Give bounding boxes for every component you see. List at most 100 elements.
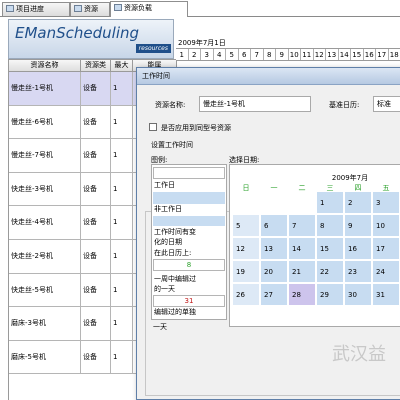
grid-icon bbox=[6, 5, 14, 12]
table-cell: 磨床-5号机 bbox=[9, 340, 81, 374]
apply-same-model-label: 是否应用到同型号资源 bbox=[161, 124, 231, 132]
tab-resources[interactable]: 资源 bbox=[70, 2, 110, 16]
base-calendar-label: 基准日历: bbox=[329, 101, 360, 109]
timeline-month: 2009年7月1日 bbox=[176, 37, 400, 49]
timeline-day: 2 bbox=[189, 49, 201, 60]
table-cell: 快走丝-3号机 bbox=[9, 172, 81, 206]
calendar-day bbox=[261, 192, 287, 213]
calendar-day[interactable]: 27 bbox=[261, 284, 287, 305]
table-cell: 1 bbox=[111, 239, 133, 273]
timeline-day: 15 bbox=[351, 49, 364, 60]
column-header-max[interactable]: 最大 bbox=[111, 60, 133, 72]
calendar-panel: 2009年7月 日一二三四五 1 2 3 5 6 7 8 9 10 12 13 14 15 16 17 19 2… bbox=[229, 164, 400, 327]
brand-banner: EManScheduling resources bbox=[8, 19, 174, 59]
table-cell: 设备 bbox=[81, 273, 111, 307]
legend-single-line1: 编辑过的单独 bbox=[154, 308, 196, 316]
table-cell: 快走丝-5号机 bbox=[9, 273, 81, 307]
timeline-day: 4 bbox=[214, 49, 226, 60]
calendar-day[interactable]: 29 bbox=[317, 284, 343, 305]
table-cell: 1 bbox=[111, 206, 133, 239]
calendar-day[interactable]: 3 bbox=[373, 192, 399, 213]
tab-project-progress[interactable]: 项目进度 bbox=[2, 2, 70, 16]
calendar-day[interactable]: 12 bbox=[233, 238, 259, 259]
calendar-day[interactable]: 19 bbox=[233, 261, 259, 282]
timeline-day: 3 bbox=[201, 49, 214, 60]
legend-swatch-working bbox=[153, 167, 225, 179]
legend-weekly-line2: 的一天 bbox=[154, 285, 175, 293]
timeline-day: 14 bbox=[339, 49, 351, 60]
legend-on-calendar-sample: 8 bbox=[153, 259, 225, 271]
calendar-day[interactable]: 22 bbox=[317, 261, 343, 282]
table-cell: 设备 bbox=[81, 72, 111, 105]
calendar-day bbox=[233, 192, 259, 213]
calendar-day[interactable]: 31 bbox=[373, 284, 399, 305]
legend-changed-line1: 工作时间有变 bbox=[154, 228, 196, 236]
calendar-day[interactable]: 17 bbox=[373, 238, 399, 259]
tab-label: 资源 bbox=[84, 5, 98, 13]
timeline-day: 9 bbox=[276, 49, 289, 60]
calendar-day[interactable]: 23 bbox=[345, 261, 371, 282]
calendar-day[interactable]: 28 bbox=[289, 284, 315, 305]
timeline-day: 13 bbox=[326, 49, 339, 60]
legend-swatch-changed bbox=[153, 216, 225, 226]
calendar-day[interactable]: 20 bbox=[261, 261, 287, 282]
timeline-day: 5 bbox=[226, 49, 239, 60]
work-time-group-label: 设置工作时间 bbox=[149, 140, 195, 150]
table-cell: 1 bbox=[111, 172, 133, 206]
calendar-day[interactable]: 9 bbox=[345, 215, 371, 236]
grid-icon bbox=[114, 4, 122, 11]
calendar-day[interactable]: 1 bbox=[317, 192, 343, 213]
timeline-days: 1 2 3 4 5 6 7 8 9 10 11 12 13 14 15 16 17 18 bbox=[176, 49, 400, 61]
tab-label: 资源负载 bbox=[124, 4, 152, 12]
timeline-day: 1 bbox=[176, 49, 189, 60]
timeline-day: 7 bbox=[251, 49, 264, 60]
legend-changed-line2: 化的日期 bbox=[154, 238, 182, 246]
legend-weekly-sample: 31 bbox=[153, 295, 225, 307]
timeline-day: 18 bbox=[389, 49, 400, 60]
resource-name-field[interactable]: 慢走丝-1号机 bbox=[199, 96, 311, 112]
table-cell: 设备 bbox=[81, 239, 111, 273]
calendar-month-title: 2009年7月 bbox=[331, 174, 369, 182]
tab-resource-load[interactable]: 资源负载 bbox=[110, 1, 188, 17]
table-cell: 1 bbox=[111, 307, 133, 340]
table-cell: 设备 bbox=[81, 206, 111, 239]
table-cell: 慢走丝-7号机 bbox=[9, 139, 81, 172]
timeline-day: 16 bbox=[364, 49, 376, 60]
calendar-day[interactable]: 5 bbox=[233, 215, 259, 236]
calendar-day[interactable]: 14 bbox=[289, 238, 315, 259]
table-cell: 1 bbox=[111, 273, 133, 307]
calendar-day[interactable]: 2 bbox=[345, 192, 371, 213]
calendar-day[interactable]: 7 bbox=[289, 215, 315, 236]
calendar-day[interactable]: 16 bbox=[345, 238, 371, 259]
table-cell: 慢走丝-6号机 bbox=[9, 105, 81, 139]
brand-subtitle: resources bbox=[135, 44, 171, 53]
calendar-day[interactable]: 26 bbox=[233, 284, 259, 305]
calendar-day[interactable]: 15 bbox=[317, 238, 343, 259]
legend-panel: 工作日 非工作日 工作时间有变 化的日期 在此日历上: 8 一周中编辑过 的一天… bbox=[151, 164, 227, 320]
calendar-day[interactable]: 10 bbox=[373, 215, 399, 236]
table-cell: 设备 bbox=[81, 307, 111, 340]
calendar-day[interactable]: 13 bbox=[261, 238, 287, 259]
table-cell: 设备 bbox=[81, 172, 111, 206]
table-cell: 慢走丝-1号机 bbox=[9, 72, 81, 105]
timeline-day: 17 bbox=[376, 49, 389, 60]
column-header-type[interactable]: 资源类 bbox=[81, 60, 111, 72]
legend-working-day: 工作日 bbox=[154, 181, 175, 189]
base-calendar-select[interactable]: 标准 bbox=[373, 96, 400, 112]
calendar-day[interactable]: 6 bbox=[261, 215, 287, 236]
column-header-name[interactable]: 资源名称 bbox=[9, 60, 81, 72]
calendar-day[interactable]: 21 bbox=[289, 261, 315, 282]
table-cell: 快走丝-2号机 bbox=[9, 239, 81, 273]
calendar-day[interactable]: 30 bbox=[345, 284, 371, 305]
calendar-day bbox=[289, 192, 315, 213]
table-cell: 1 bbox=[111, 105, 133, 139]
timeline-day: 6 bbox=[239, 49, 251, 60]
apply-same-model-checkbox[interactable] bbox=[149, 123, 157, 131]
legend-weekly-line1: 一周中编辑过 bbox=[154, 275, 196, 283]
table-cell: 设备 bbox=[81, 340, 111, 374]
calendar-day[interactable]: 24 bbox=[373, 261, 399, 282]
dialog-title[interactable]: 工作时间 bbox=[137, 68, 400, 85]
table-cell: 磨床-3号机 bbox=[9, 307, 81, 340]
calendar-day[interactable]: 8 bbox=[317, 215, 343, 236]
brand-title: EManScheduling bbox=[15, 24, 140, 42]
